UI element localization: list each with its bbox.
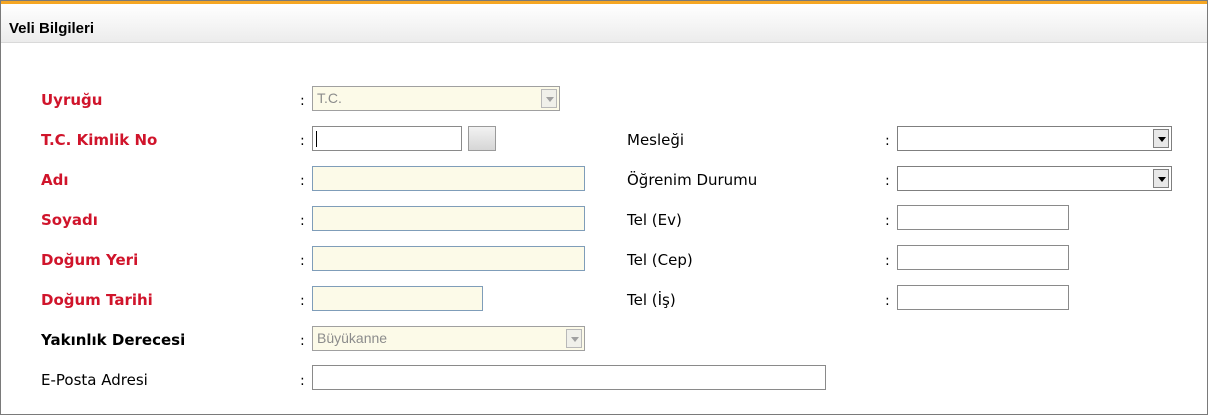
chevron-down-icon[interactable] bbox=[566, 329, 582, 348]
tel-ev-input[interactable] bbox=[897, 205, 1069, 230]
tel-cep-input[interactable] bbox=[897, 245, 1069, 270]
tel-ev-colon: : bbox=[885, 213, 890, 229]
dogum-yeri-label: Doğum Yeri bbox=[41, 251, 139, 269]
tc-kimlik-lookup-button[interactable] bbox=[468, 126, 496, 151]
tc-kimlik-no-colon: : bbox=[300, 133, 305, 149]
ogrenim-durumu-select[interactable] bbox=[897, 166, 1172, 191]
chevron-down-icon[interactable] bbox=[1153, 129, 1169, 148]
eposta-colon: : bbox=[300, 373, 305, 389]
soyadi-input[interactable] bbox=[312, 206, 585, 231]
soyadi-colon: : bbox=[300, 213, 305, 229]
soyadi-label: Soyadı bbox=[41, 211, 98, 229]
dogum-tarihi-colon: : bbox=[300, 293, 305, 309]
tc-kimlik-no-label: T.C. Kimlik No bbox=[41, 131, 158, 149]
adi-colon: : bbox=[300, 173, 305, 189]
yakinlik-derecesi-select[interactable]: Büyükanne bbox=[312, 326, 585, 351]
uyrugu-colon: : bbox=[300, 93, 305, 109]
panel-title: Veli Bilgileri bbox=[9, 20, 95, 37]
text-caret bbox=[316, 131, 317, 147]
eposta-label: E-Posta Adresi bbox=[41, 371, 148, 389]
meslegi-label: Mesleği bbox=[627, 131, 685, 149]
dogum-yeri-input[interactable] bbox=[312, 246, 585, 271]
yakinlik-derecesi-colon: : bbox=[300, 333, 305, 349]
yakinlik-derecesi-label: Yakınlık Derecesi bbox=[41, 331, 186, 349]
chevron-down-icon[interactable] bbox=[1153, 169, 1169, 188]
tel-cep-colon: : bbox=[885, 253, 890, 269]
eposta-input[interactable] bbox=[312, 365, 826, 390]
dogum-tarihi-input[interactable] bbox=[312, 286, 483, 311]
uyrugu-label: Uyruğu bbox=[41, 91, 103, 109]
veli-bilgileri-panel: Veli Bilgileri Uyruğu : T.C. T.C. Kimlik… bbox=[0, 0, 1208, 415]
yakinlik-derecesi-value: Büyükanne bbox=[317, 330, 388, 346]
meslegi-select[interactable] bbox=[897, 126, 1172, 151]
tel-ev-label: Tel (Ev) bbox=[627, 211, 682, 229]
tel-is-input[interactable] bbox=[897, 285, 1069, 310]
uyrugu-value: T.C. bbox=[317, 90, 342, 106]
adi-input[interactable] bbox=[312, 166, 585, 191]
meslegi-colon: : bbox=[885, 133, 890, 149]
tc-kimlik-no-input[interactable] bbox=[312, 126, 462, 151]
ogrenim-durumu-label: Öğrenim Durumu bbox=[627, 171, 758, 189]
uyrugu-select[interactable]: T.C. bbox=[312, 86, 560, 111]
dogum-tarihi-label: Doğum Tarihi bbox=[41, 291, 153, 309]
tel-cep-label: Tel (Cep) bbox=[627, 251, 693, 269]
dogum-yeri-colon: : bbox=[300, 253, 305, 269]
tel-is-label: Tel (İş) bbox=[627, 291, 676, 309]
ogrenim-durumu-colon: : bbox=[885, 173, 890, 189]
panel-header: Veli Bilgileri bbox=[1, 4, 1207, 43]
tel-is-colon: : bbox=[885, 293, 890, 309]
adi-label: Adı bbox=[41, 171, 69, 189]
chevron-down-icon[interactable] bbox=[541, 89, 557, 108]
